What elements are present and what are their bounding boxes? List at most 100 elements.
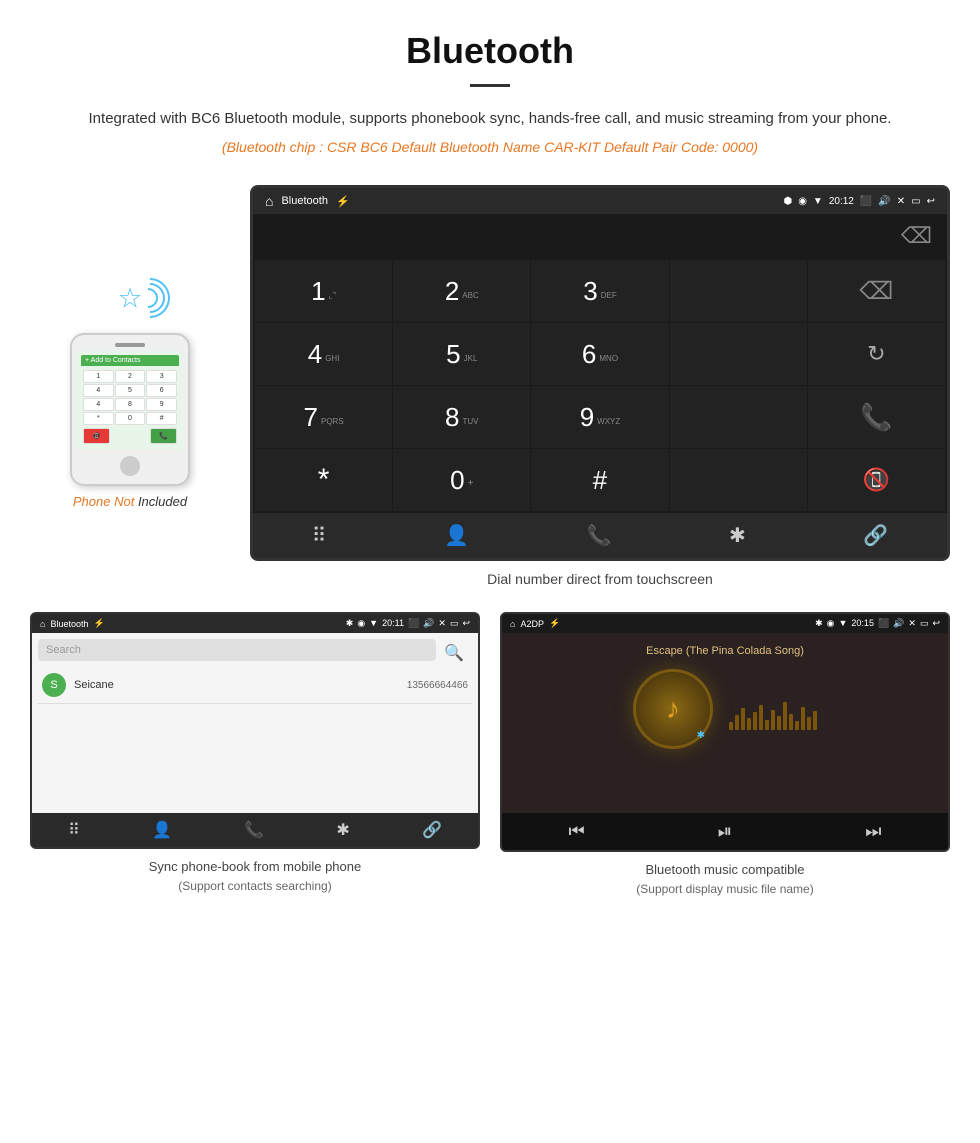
bt-status-icon: ⬢ xyxy=(783,196,792,207)
dial-key-hash[interactable]: # xyxy=(531,449,668,511)
phone-keypad: 1 2 3 4 5 6 4 8 9 * 0 # xyxy=(83,370,177,425)
music-statusbar-right: ✱ ◉ ▼ 20:15 ⬛ 🔊 ✕ ▭ ↩ xyxy=(815,618,940,629)
music-statusbar: ⌂ A2DP ⚡ ✱ ◉ ▼ 20:15 ⬛ 🔊 ✕ ▭ ↩ xyxy=(502,614,948,633)
close-icon[interactable]: ✕ xyxy=(897,196,905,207)
music-cam-icon: ⬛ xyxy=(878,618,889,629)
music-content: Escape (The Pina Colada Song) ♪ ✱ xyxy=(502,633,948,813)
dialpad-empty-4 xyxy=(670,449,807,511)
pb-contact-name: Seicane xyxy=(74,679,407,691)
statusbar-right: ⬢ ◉ ▼ 20:12 ⬛ 🔊 ✕ ▭ ↩ xyxy=(783,196,935,207)
dialpad-icon[interactable]: ⠿ xyxy=(312,523,327,548)
dial-caption: Dial number direct from touchscreen xyxy=(250,561,950,592)
dial-key-star[interactable]: * xyxy=(255,449,392,511)
contacts-icon[interactable]: 👤 xyxy=(444,523,469,548)
pb-vol-icon: 🔊 xyxy=(423,618,434,629)
dial-key-5[interactable]: 5 JKL xyxy=(393,323,530,385)
music-time: 20:15 xyxy=(851,618,874,629)
pb-person-icon[interactable]: 👤 xyxy=(152,820,172,840)
music-song-title: Escape (The Pina Colada Song) xyxy=(646,645,804,657)
music-eq-visual xyxy=(729,700,817,730)
pb-bt-toolbar-icon[interactable]: ✱ xyxy=(336,820,349,840)
pb-loc-icon: ◉ xyxy=(357,618,365,629)
end-call-button[interactable]: 📵 xyxy=(808,449,945,511)
bluetooth-icon: ☆ xyxy=(117,282,142,315)
music-statusbar-left: ⌂ A2DP ⚡ xyxy=(510,618,560,629)
skip-next-icon[interactable]: ⏭ xyxy=(865,821,881,842)
pb-bt-icon: ✱ xyxy=(346,618,354,629)
search-icon[interactable]: 🔍 xyxy=(436,643,472,663)
pb-phone-icon[interactable]: 📞 xyxy=(244,820,264,840)
music-caption-sub: (Support display music file name) xyxy=(636,880,813,898)
camera-icon[interactable]: ⬛ xyxy=(860,196,872,207)
pb-contact-row[interactable]: S Seicane 13566664466 xyxy=(38,667,472,704)
dial-key-8[interactable]: 8 TUV xyxy=(393,386,530,448)
eq-bar-3 xyxy=(741,708,745,730)
phone-included-text: Included xyxy=(134,494,187,509)
backspace-cell[interactable]: ⌫ xyxy=(808,260,945,322)
music-home-icon: ⌂ xyxy=(510,619,515,629)
music-bt-badge: ✱ xyxy=(697,730,705,741)
pb-time: 20:11 xyxy=(382,618,404,629)
bluetooth-toolbar-icon[interactable]: ✱ xyxy=(729,523,746,548)
car-screen-wrapper: ⌂ Bluetooth ⚡ ⬢ ◉ ▼ 20:12 ⬛ 🔊 ✕ ▭ ↩ xyxy=(250,185,950,592)
phone-key-0: 0 xyxy=(115,412,146,425)
link-icon[interactable]: 🔗 xyxy=(863,523,888,548)
phonebook-block: ⌂ Bluetooth ⚡ ✱ ◉ ▼ 20:11 ⬛ 🔊 ✕ ▭ ↩ xyxy=(30,612,480,898)
page-title: Bluetooth xyxy=(60,30,920,72)
main-section: ☆ + Add to Contacts 1 2 3 4 5 6 4 8 xyxy=(0,175,980,602)
statusbar-title: Bluetooth xyxy=(281,195,327,207)
location-icon: ◉ xyxy=(798,196,807,207)
eq-bar-8 xyxy=(771,710,775,730)
call-button[interactable]: 📞 xyxy=(808,386,945,448)
dial-key-0[interactable]: 0 + xyxy=(393,449,530,511)
music-note-icon: ♪ xyxy=(666,693,680,725)
volume-icon[interactable]: 🔊 xyxy=(878,196,890,207)
phone-key-9: 9 xyxy=(146,398,177,411)
pb-x-icon: ✕ xyxy=(438,618,446,629)
pb-contact-avatar: S xyxy=(42,673,66,697)
back-icon[interactable]: ↩ xyxy=(927,196,935,207)
phone-call: 📞 xyxy=(150,428,177,444)
reload-cell[interactable]: ↻ xyxy=(808,323,945,385)
music-loc-icon: ◉ xyxy=(827,618,835,629)
pb-search-field[interactable]: Search xyxy=(38,639,436,661)
music-controls: ⏮ ⏯ ⏭ xyxy=(502,813,948,850)
dial-key-1[interactable]: 1 ⌞⌝ xyxy=(255,260,392,322)
music-caption: Bluetooth music compatible (Support disp… xyxy=(626,852,823,898)
window-icon[interactable]: ▭ xyxy=(911,196,920,207)
skip-prev-icon[interactable]: ⏮ xyxy=(569,821,585,842)
pb-search-row: Search 🔍 xyxy=(38,639,472,667)
dial-key-2[interactable]: 2 ABC xyxy=(393,260,530,322)
wifi-icon: ▼ xyxy=(813,196,823,207)
pb-toolbar: ⠿ 👤 📞 ✱ 🔗 xyxy=(32,813,478,847)
pb-statusbar: ⌂ Bluetooth ⚡ ✱ ◉ ▼ 20:11 ⬛ 🔊 ✕ ▭ ↩ xyxy=(32,614,478,633)
dial-key-9[interactable]: 9 WXYZ xyxy=(531,386,668,448)
pb-grid-icon[interactable]: ⠿ xyxy=(68,820,80,840)
phone-end-call: 📵 xyxy=(83,428,110,444)
dial-key-3[interactable]: 3 DEF xyxy=(531,260,668,322)
music-caption-main: Bluetooth music compatible xyxy=(636,860,813,880)
music-win-icon: ▭ xyxy=(920,618,929,629)
header-description: Integrated with BC6 Bluetooth module, su… xyxy=(60,107,920,131)
dial-key-7[interactable]: 7 PQRS xyxy=(255,386,392,448)
pb-search-placeholder: Search xyxy=(46,644,81,656)
play-pause-icon[interactable]: ⏯ xyxy=(718,821,732,842)
music-back-icon: ↩ xyxy=(932,618,940,629)
music-screenshot: ⌂ A2DP ⚡ ✱ ◉ ▼ 20:15 ⬛ 🔊 ✕ ▭ ↩ Es xyxy=(500,612,950,852)
eq-bar-10 xyxy=(783,702,787,730)
phone-key-6: 6 xyxy=(146,384,177,397)
dial-key-6[interactable]: 6 MNO xyxy=(531,323,668,385)
music-sig-icon: ▼ xyxy=(839,618,848,629)
home-icon[interactable]: ⌂ xyxy=(265,193,273,209)
dial-key-4[interactable]: 4 GHI xyxy=(255,323,392,385)
bluetooth-wave: ☆ xyxy=(100,268,160,328)
eq-bar-6 xyxy=(759,705,763,730)
phone-screen: + Add to Contacts 1 2 3 4 5 6 4 8 9 * 0 xyxy=(77,351,183,450)
phone-icon[interactable]: 📞 xyxy=(586,523,611,548)
backspace-button[interactable]: ⌫ xyxy=(896,218,937,254)
music-bt-icon: ✱ xyxy=(815,618,823,629)
eq-bar-15 xyxy=(813,711,817,730)
phone-screen-header: + Add to Contacts xyxy=(81,355,179,366)
pb-link-toolbar-icon[interactable]: 🔗 xyxy=(422,820,442,840)
phonebook-caption: Sync phone-book from mobile phone (Suppo… xyxy=(139,849,371,895)
